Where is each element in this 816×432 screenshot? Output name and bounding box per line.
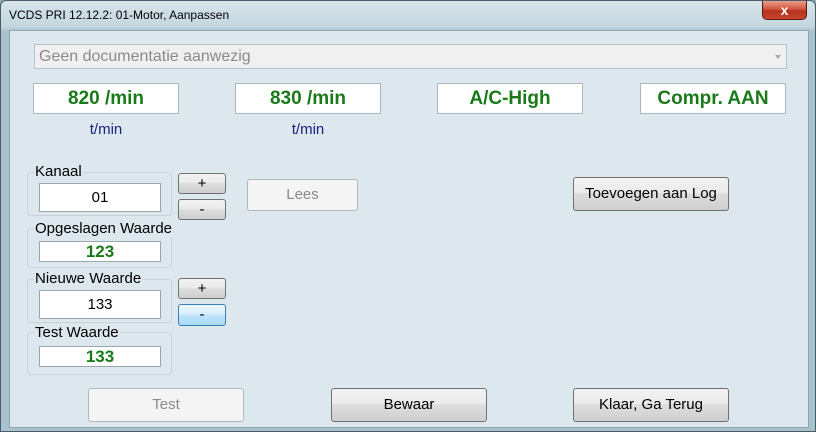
klaar-button[interactable]: Klaar, Ga Terug: [573, 388, 729, 422]
adaptation-window: VCDS PRI 12.12.2: 01-Motor, Aanpassen x …: [0, 0, 816, 432]
test-button[interactable]: Test: [88, 388, 244, 422]
opgeslagen-label: Opgeslagen Waarde: [34, 220, 174, 237]
readout-2: 830 /min: [235, 83, 381, 114]
lees-button[interactable]: Lees: [247, 179, 358, 211]
nieuwe-plus-button[interactable]: +: [178, 278, 226, 299]
readout-1-unit: t/min: [89, 121, 123, 138]
nieuwe-minus-button[interactable]: -: [178, 304, 226, 326]
readout-1: 820 /min: [33, 83, 179, 114]
kanaal-input[interactable]: 01: [39, 183, 161, 212]
documentation-selected: Geen documentatie aanwezig: [39, 48, 251, 65]
opgeslagen-value: 123: [39, 241, 161, 262]
client-area: Geen documentatie aanwezig 820 /min t/mi…: [9, 30, 809, 428]
bewaar-button[interactable]: Bewaar: [331, 388, 487, 422]
readout-2-unit: t/min: [291, 121, 325, 138]
nieuwe-input[interactable]: 133: [39, 290, 161, 319]
kanaal-plus-button[interactable]: +: [178, 173, 226, 194]
readout-3: A/C-High: [437, 83, 583, 114]
kanaal-minus-button[interactable]: -: [178, 199, 226, 220]
kanaal-label: Kanaal: [34, 163, 83, 180]
window-title: VCDS PRI 12.12.2: 01-Motor, Aanpassen: [9, 8, 230, 22]
nieuwe-label: Nieuwe Waarde: [34, 270, 143, 287]
readout-4: Compr. AAN: [640, 83, 786, 114]
test-waarde-value: 133: [39, 346, 161, 367]
title-bar[interactable]: VCDS PRI 12.12.2: 01-Motor, Aanpassen x: [1, 1, 816, 29]
chevron-down-icon: [775, 55, 781, 59]
close-button[interactable]: x: [762, 1, 807, 20]
test-waarde-label: Test Waarde: [34, 324, 120, 341]
add-to-log-button[interactable]: Toevoegen aan Log: [573, 177, 729, 211]
documentation-dropdown[interactable]: Geen documentatie aanwezig: [34, 44, 787, 69]
